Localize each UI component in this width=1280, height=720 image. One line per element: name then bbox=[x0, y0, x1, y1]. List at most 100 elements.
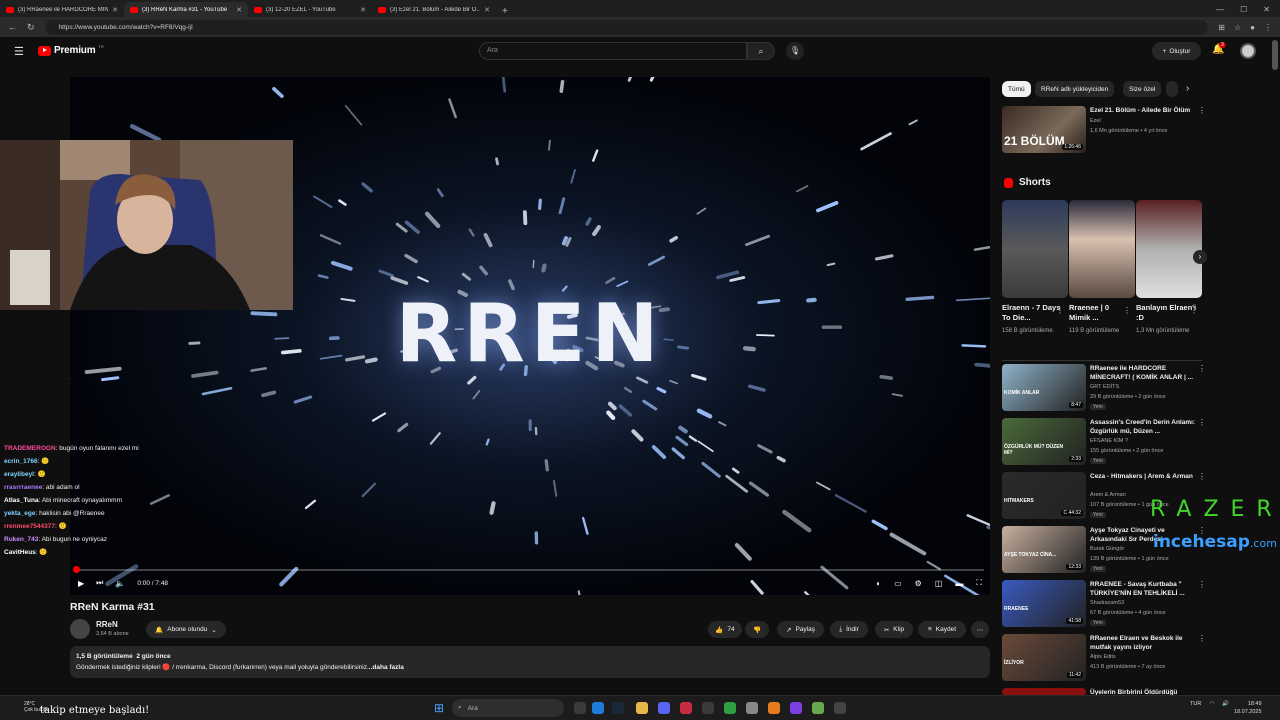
more-vert-icon[interactable]: ⋮ bbox=[1198, 106, 1206, 115]
like-button[interactable]: 👍 74 bbox=[708, 621, 742, 638]
more-vert-icon[interactable]: ⋮ bbox=[1056, 306, 1064, 315]
browser-tab-active[interactable]: (3) RReN Karma #31 - YouTube ✕ bbox=[124, 2, 248, 17]
profile-icon[interactable]: ● bbox=[1250, 23, 1255, 32]
steam-icon[interactable] bbox=[612, 702, 624, 714]
more-vert-icon[interactable]: ⋮ bbox=[1190, 306, 1198, 315]
chip-for-you[interactable]: Size özel bbox=[1123, 81, 1162, 97]
webcam-image bbox=[0, 140, 293, 310]
more-icon[interactable]: ⋮ bbox=[1264, 23, 1272, 32]
chat-message: TRADEMEROGN: bugün oyun falanmı ezel mi bbox=[4, 442, 204, 455]
search-input[interactable]: Ara bbox=[479, 42, 747, 60]
edge-icon[interactable] bbox=[592, 702, 604, 714]
install-icon[interactable]: ⊞ bbox=[1218, 23, 1225, 32]
new-tab-icon[interactable]: + bbox=[496, 6, 514, 17]
thumbnail-text: AYŞE TOKYAZ CİNA... bbox=[1004, 552, 1057, 558]
recommended-video[interactable]: ÖZGÜRLÜK MÜ? DÜZEN Mİ? 2:33 Assassin's Cre… bbox=[1002, 418, 1206, 468]
progress-scrubber-handle[interactable] bbox=[73, 566, 80, 573]
app-icon[interactable] bbox=[680, 702, 692, 714]
dislike-button[interactable]: 👎 bbox=[745, 621, 769, 638]
minimize-icon[interactable]: — bbox=[1216, 5, 1224, 14]
close-window-icon[interactable]: ✕ bbox=[1263, 5, 1270, 14]
subtitles-icon[interactable]: ▭ bbox=[894, 579, 902, 588]
taskbar-search[interactable]: ⌕ Ara bbox=[452, 699, 564, 717]
discord-icon[interactable] bbox=[658, 702, 670, 714]
close-tab-icon[interactable]: ✕ bbox=[112, 6, 118, 14]
browser-tab[interactable]: (3) 12-20 EZEL - YouTube ✕ bbox=[248, 2, 372, 17]
scissors-icon: ✂ bbox=[883, 626, 890, 634]
description-box[interactable]: 1,5 B görüntüleme 2 gün önce Göndermek i… bbox=[70, 646, 990, 678]
short-title[interactable]: Elraenn - 7 Days To Die... bbox=[1002, 303, 1064, 323]
shorts-next-icon[interactable]: › bbox=[1193, 250, 1207, 264]
youtube-premium-logo[interactable]: Premium TR bbox=[38, 44, 104, 56]
show-more-link[interactable]: ..daha fazla bbox=[369, 664, 404, 671]
recommended-video[interactable]: RRAENEE 41:58 RRAENEE - Savaş Kurtbaba " T… bbox=[1002, 580, 1206, 630]
channel-avatar[interactable] bbox=[70, 619, 90, 639]
save-button[interactable]: ≡ Kaydet bbox=[918, 621, 966, 638]
star-streak bbox=[101, 376, 120, 382]
video-progress-bar[interactable] bbox=[76, 569, 984, 571]
taskbar-clock[interactable]: 18:49 18.07.2025 bbox=[1234, 700, 1262, 716]
chip-all[interactable]: Tümü bbox=[1002, 81, 1031, 97]
account-avatar[interactable] bbox=[1240, 43, 1256, 59]
volume-icon[interactable]: 🔈 bbox=[115, 579, 125, 588]
app-icon[interactable] bbox=[724, 702, 736, 714]
more-vert-icon[interactable]: ⋮ bbox=[1198, 418, 1206, 427]
reload-icon[interactable]: ↻ bbox=[27, 22, 35, 33]
more-vert-icon[interactable]: ⋮ bbox=[1198, 364, 1206, 373]
next-icon[interactable]: ⏭ bbox=[96, 578, 103, 588]
lang-indicator[interactable]: TUR bbox=[1190, 701, 1201, 707]
more-vert-icon[interactable]: ⋮ bbox=[1198, 580, 1206, 589]
download-button[interactable]: ⤓ İndir bbox=[830, 621, 868, 638]
subscribed-button[interactable]: 🔔 Abone olundu ⌄ bbox=[146, 621, 226, 638]
chip-from-uploader[interactable]: RReN adlı yükleyiciden bbox=[1035, 81, 1115, 97]
short-thumbnail[interactable] bbox=[1069, 200, 1135, 298]
maximize-icon[interactable]: ☐ bbox=[1240, 5, 1247, 14]
browser-tab[interactable]: (3) Ezel 21. Bölüm - Ailede Bir Ö... ✕ bbox=[372, 2, 496, 17]
more-vert-icon[interactable]: ⋮ bbox=[1123, 306, 1131, 315]
theater-mode-icon[interactable]: ▬ bbox=[955, 579, 963, 588]
volume-icon[interactable]: 🔊 bbox=[1222, 701, 1229, 707]
windows-start-icon[interactable]: ⊞ bbox=[434, 701, 444, 715]
recommended-video[interactable]: 21 BÖLÜM 1:26:46 Ezel 21. Bölüm - Ailede… bbox=[1002, 106, 1206, 156]
star-icon[interactable]: ☆ bbox=[1234, 23, 1241, 32]
settings-gear-icon[interactable]: ⚙ bbox=[915, 579, 922, 588]
clip-button[interactable]: ✂ Klip bbox=[875, 621, 913, 638]
more-actions-button[interactable]: ⋯ bbox=[971, 621, 989, 638]
hamburger-menu-icon[interactable]: ☰ bbox=[14, 45, 24, 58]
obs-icon[interactable] bbox=[746, 702, 758, 714]
recommended-video[interactable]: KOMİK ANLAR 8:47 RRaenee ile HARDCORE MİNE… bbox=[1002, 364, 1206, 414]
chevron-right-icon[interactable]: › bbox=[1186, 83, 1189, 94]
page-scrollbar[interactable] bbox=[1272, 40, 1278, 70]
recommended-video[interactable]: İZLİYOR 11:42 RRaenee Elraen ve Beskok ile… bbox=[1002, 634, 1206, 684]
miniplayer-icon[interactable]: ◫ bbox=[935, 579, 943, 588]
app-icon[interactable] bbox=[834, 702, 846, 714]
search-button[interactable]: ⌕ bbox=[747, 42, 775, 60]
short-title[interactable]: Rraenee | 0 Mimik ... bbox=[1069, 303, 1131, 323]
file-explorer-icon[interactable] bbox=[636, 702, 648, 714]
back-icon[interactable]: ← bbox=[8, 22, 17, 32]
app-icon[interactable] bbox=[702, 702, 714, 714]
short-thumbnail[interactable] bbox=[1002, 200, 1068, 298]
share-button[interactable]: ↗ Paylaş bbox=[777, 621, 824, 638]
url-field[interactable]: https://www.youtube.com/watch?v=RF8/Vqg-… bbox=[44, 19, 1209, 35]
app-icon[interactable] bbox=[812, 702, 824, 714]
wifi-icon[interactable]: ◠ bbox=[1209, 701, 1214, 707]
more-vert-icon[interactable]: ⋮ bbox=[1198, 634, 1206, 643]
fullscreen-icon[interactable]: ⛶ bbox=[976, 578, 982, 588]
channel-name[interactable]: RReN bbox=[96, 620, 118, 629]
short-thumbnail[interactable] bbox=[1136, 200, 1202, 298]
app-icon[interactable] bbox=[768, 702, 780, 714]
browser-tab[interactable]: (3) RRaenee ile HARDCORE MİNE... ✕ bbox=[0, 2, 124, 17]
more-vert-icon[interactable]: ⋮ bbox=[1198, 472, 1206, 481]
play-icon[interactable]: ▶ bbox=[78, 579, 84, 588]
task-view-icon[interactable] bbox=[574, 702, 586, 714]
short-title[interactable]: Banlayın Elraen'i :D bbox=[1136, 303, 1198, 323]
close-tab-icon[interactable]: ✕ bbox=[360, 6, 366, 14]
close-tab-icon[interactable]: ✕ bbox=[484, 6, 490, 14]
voice-search-button[interactable]: 🎙 bbox=[786, 42, 804, 60]
app-icon[interactable] bbox=[790, 702, 802, 714]
close-tab-icon[interactable]: ✕ bbox=[236, 6, 242, 14]
chip-partial[interactable] bbox=[1166, 81, 1178, 97]
create-button[interactable]: + Oluştur bbox=[1152, 42, 1201, 60]
autoplay-toggle-icon[interactable]: ◐ bbox=[876, 579, 881, 588]
